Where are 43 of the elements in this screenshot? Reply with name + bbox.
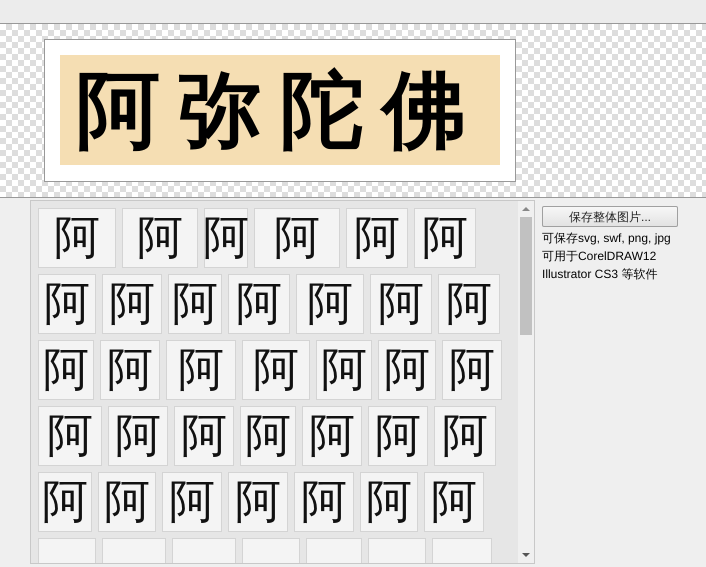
glyph-tile[interactable]: 阿: [254, 208, 340, 268]
glyph-tile[interactable]: 阿: [204, 208, 248, 268]
info-text: 可用于CorelDRAW12: [542, 250, 658, 263]
glyph-tile[interactable]: 阿: [98, 472, 156, 532]
glyph-tile[interactable]: 阿: [434, 406, 496, 466]
glyph-tile[interactable]: 阿: [122, 208, 198, 268]
save-image-button[interactable]: 保存整体图片...: [542, 206, 678, 227]
glyph-tile[interactable]: 阿: [368, 406, 428, 466]
glyph-tile[interactable]: 阿: [360, 472, 418, 532]
glyph-tile[interactable]: 阿: [38, 208, 116, 268]
scroll-down-icon[interactable]: [522, 551, 530, 559]
scrollbar[interactable]: [518, 201, 534, 563]
glyph-tile[interactable]: 阿: [228, 274, 290, 334]
glyph-tile[interactable]: 阿: [378, 340, 436, 400]
glyph-tile[interactable]: 阿: [346, 208, 408, 268]
glyph-tile[interactable]: 阿: [168, 274, 222, 334]
glyph-tile[interactable]: 阿: [302, 406, 362, 466]
glyph-tile[interactable]: 阿: [240, 406, 296, 466]
glyph-tile[interactable]: 阿: [174, 406, 234, 466]
glyph-tile[interactable]: 阿: [438, 274, 500, 334]
glyph-tile[interactable]: 阿: [38, 274, 96, 334]
glyph-tile[interactable]: 阿: [370, 274, 432, 334]
glyph-tile[interactable]: 阿: [242, 340, 310, 400]
banner-text: 阿弥陀佛: [60, 55, 500, 165]
glyph-tile[interactable]: 阿: [296, 274, 364, 334]
glyph-tile[interactable]: 阿: [442, 340, 502, 400]
glyph-tile[interactable]: 阿: [424, 472, 484, 532]
glyph-tile[interactable]: 阿: [294, 472, 354, 532]
glyph-tile[interactable]: 阿: [162, 472, 222, 532]
glyph-tile[interactable]: 阿: [38, 406, 102, 466]
info-text: 可保存svg, swf, png, jpg: [542, 232, 672, 245]
glyph-tile[interactable]: 阿: [38, 472, 92, 532]
glyph-tile[interactable]: 阿: [100, 340, 160, 400]
glyph-tile[interactable]: 阿: [108, 406, 168, 466]
info-text: Illustrator CS3 等软件: [542, 268, 658, 281]
glyph-tile[interactable]: 阿: [102, 274, 162, 334]
scrollbar-thumb[interactable]: [520, 217, 532, 335]
glyph-tile[interactable]: 阿: [414, 208, 476, 268]
glyph-tile[interactable]: 阿: [38, 340, 94, 400]
glyph-tile[interactable]: 阿: [166, 340, 236, 400]
scroll-up-icon[interactable]: [522, 205, 530, 213]
glyph-tile[interactable]: 阿: [228, 472, 288, 532]
glyph-tile[interactable]: 阿: [316, 340, 372, 400]
